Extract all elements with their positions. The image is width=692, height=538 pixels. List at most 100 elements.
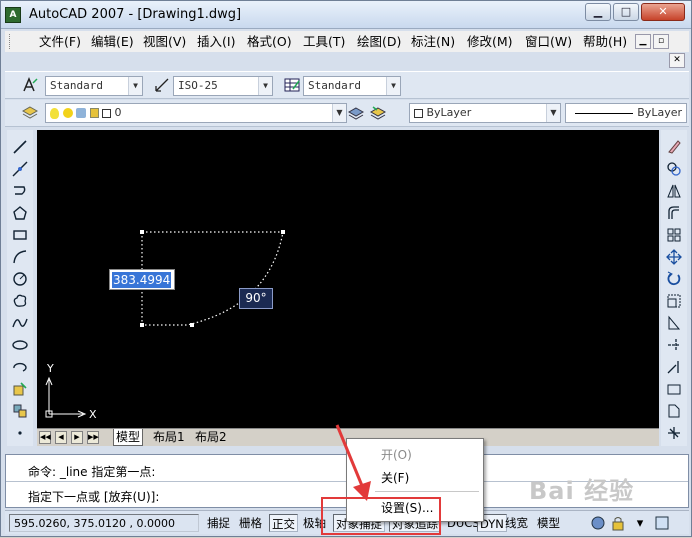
menu-tools[interactable]: 工具(T) [303, 33, 345, 51]
offset-icon[interactable] [664, 203, 684, 223]
clean-screen-icon[interactable] [653, 514, 671, 532]
minimize-button[interactable]: ▁ [585, 3, 611, 21]
dynamic-length-input[interactable]: 383.4994 [109, 269, 175, 290]
color-value: ByLayer [426, 106, 472, 119]
menu-file[interactable]: 文件(F) [39, 33, 81, 51]
doc-restore-button[interactable]: ▫ [653, 34, 669, 49]
line-tool-icon[interactable] [10, 137, 30, 157]
color-combo[interactable]: ByLayer ▼ [409, 103, 561, 123]
baidu-watermark: Bai 经验 [529, 477, 635, 505]
lineweight-toggle[interactable]: 线宽 [503, 514, 530, 532]
make-block-icon[interactable] [10, 401, 30, 421]
menu-view[interactable]: 视图(V) [143, 33, 186, 51]
construction-line-icon[interactable] [10, 159, 30, 179]
scale-icon[interactable] [664, 291, 684, 311]
ctx-menu-off[interactable]: 关(F) [381, 469, 409, 486]
menu-dimension[interactable]: 标注(N) [411, 33, 455, 51]
menu-format[interactable]: 格式(O) [247, 33, 292, 51]
ellipse-arc-icon[interactable] [10, 357, 30, 377]
lock-toolbar-icon[interactable] [609, 514, 627, 532]
last-tab-button[interactable]: ▶▶ [87, 431, 99, 444]
layer-manager-icon[interactable] [21, 104, 39, 122]
chevron-down-icon[interactable]: ▼ [546, 104, 560, 122]
explode-icon[interactable] [664, 423, 684, 443]
layers-toolbar: 0 ▼ ByLayer ▼ ByLayer [5, 100, 689, 127]
menu-draw[interactable]: 绘图(D) [357, 33, 401, 51]
menu-help[interactable]: 帮助(H) [583, 33, 627, 51]
linetype-combo[interactable]: ByLayer [565, 103, 687, 123]
ctx-menu-on[interactable]: 开(O) [381, 446, 412, 463]
doc-minimize-button[interactable]: ▁ [635, 34, 651, 49]
annotation-highlight-box [321, 497, 441, 535]
circle-icon[interactable] [10, 269, 30, 289]
ellipse-icon[interactable] [10, 335, 30, 355]
rectangle-icon[interactable] [10, 225, 30, 245]
draw-toolbar [7, 130, 33, 446]
text-style-icon[interactable] [21, 76, 39, 94]
table-style-combo[interactable]: Standard ▼ [303, 76, 401, 96]
tab-layout1[interactable]: 布局1 [151, 429, 187, 446]
model-space-toggle[interactable]: 模型 [535, 514, 562, 532]
grid-toggle[interactable]: 栅格 [237, 514, 264, 532]
menu-grip[interactable] [9, 34, 12, 49]
extend-icon[interactable] [664, 357, 684, 377]
copy-icon[interactable] [664, 159, 684, 179]
autocad-app-icon[interactable]: A [5, 7, 21, 23]
stretch-icon[interactable] [664, 313, 684, 333]
sun-icon [62, 108, 73, 118]
command-history-line: 命令: _line 指定第一点: [28, 465, 156, 479]
menu-window[interactable]: 窗口(W) [525, 33, 572, 51]
next-tab-button[interactable]: ▶ [71, 431, 83, 444]
menu-modify[interactable]: 修改(M) [467, 33, 513, 51]
move-icon[interactable] [664, 247, 684, 267]
communication-center-icon[interactable] [589, 514, 607, 532]
trim-icon[interactable] [664, 335, 684, 355]
layer-previous-icon[interactable] [369, 104, 387, 122]
polygon-icon[interactable] [10, 203, 30, 223]
layer-name-value: 0 [114, 106, 122, 119]
chevron-down-icon[interactable]: ▼ [258, 77, 272, 95]
layer-combo[interactable]: 0 ▼ [45, 103, 347, 123]
menu-insert[interactable]: 插入(I) [197, 33, 235, 51]
point-icon[interactable] [10, 423, 30, 443]
insert-block-icon[interactable] [10, 379, 30, 399]
text-style-combo[interactable]: Standard ▼ [45, 76, 143, 96]
first-tab-button[interactable]: ◀◀ [39, 431, 51, 444]
spline-icon[interactable] [10, 313, 30, 333]
dim-style-icon[interactable] [153, 76, 171, 94]
table-style-value: Standard [308, 79, 361, 92]
styles-toolbar: Standard ▼ ISO-25 ▼ Standard ▼ [5, 71, 689, 99]
arc-icon[interactable] [10, 247, 30, 267]
dynamic-angle-input[interactable]: 90° [239, 288, 273, 309]
doc-close-button[interactable]: ✕ [669, 53, 685, 68]
tab-layout2[interactable]: 布局2 [193, 429, 229, 446]
linetype-preview [575, 112, 634, 114]
menu-edit[interactable]: 编辑(E) [91, 33, 134, 51]
snap-toggle[interactable]: 捕捉 [205, 514, 232, 532]
make-current-layer-icon[interactable] [347, 104, 365, 122]
revision-cloud-icon[interactable] [10, 291, 30, 311]
mirror-icon[interactable] [664, 181, 684, 201]
maximize-button[interactable]: □ [613, 3, 639, 21]
close-button[interactable]: ✕ [641, 3, 685, 21]
command-prompt-line[interactable]: 指定下一点或 [放弃(U)]: [28, 488, 159, 505]
chevron-down-icon[interactable]: ▼ [128, 77, 142, 95]
erase-icon[interactable] [664, 137, 684, 157]
break-icon[interactable] [664, 379, 684, 399]
dim-style-value: ISO-25 [178, 79, 218, 92]
array-icon[interactable] [664, 225, 684, 245]
polyline-icon[interactable] [10, 181, 30, 201]
menu-bar: 文件(F) 编辑(E) 视图(V) 插入(I) 格式(O) 工具(T) 绘图(D… [5, 31, 689, 52]
chevron-down-icon[interactable]: ▼ [332, 104, 346, 122]
dim-style-combo[interactable]: ISO-25 ▼ [173, 76, 273, 96]
table-style-icon[interactable] [283, 76, 301, 94]
tab-model[interactable]: 模型 [113, 429, 144, 446]
chamfer-icon[interactable] [664, 401, 684, 421]
ortho-toggle[interactable]: 正交 [269, 514, 298, 532]
chevron-down-icon[interactable]: ▼ [386, 77, 400, 95]
rotate-icon[interactable] [664, 269, 684, 289]
status-menu-arrow-icon[interactable]: ▾ [631, 514, 649, 532]
freeze-viewport-icon [76, 108, 86, 118]
coordinate-readout[interactable]: 595.0260, 375.0120 , 0.0000 [9, 514, 199, 532]
prev-tab-button[interactable]: ◀ [55, 431, 67, 444]
